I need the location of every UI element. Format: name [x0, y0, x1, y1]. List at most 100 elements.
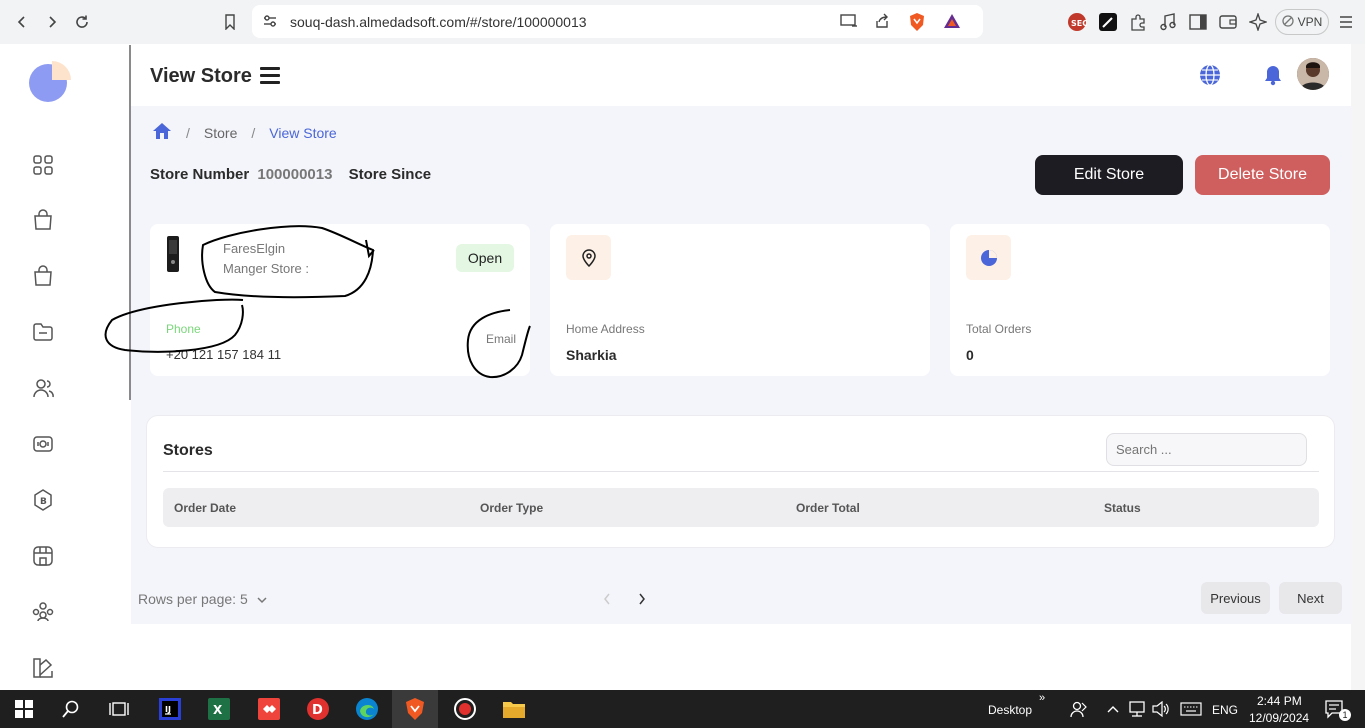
notification-bell-icon[interactable]: [1263, 64, 1283, 91]
dashboard-icon[interactable]: [30, 152, 56, 178]
breadcrumb-separator: /: [251, 124, 256, 141]
clock-date[interactable]: 12/09/2024: [1249, 711, 1309, 725]
leo-ai-icon[interactable]: [1248, 12, 1268, 32]
next-button[interactable]: Next: [1279, 582, 1342, 614]
screen-recorder-icon[interactable]: [452, 696, 478, 722]
language-indicator[interactable]: ENG: [1212, 703, 1238, 717]
breadcrumb-store[interactable]: Store: [204, 125, 237, 141]
file-explorer-icon[interactable]: [501, 696, 527, 722]
back-icon[interactable]: [12, 12, 32, 32]
desktop-toolbar-label[interactable]: Desktop: [988, 703, 1032, 717]
chevron-up-icon[interactable]: [1103, 696, 1123, 722]
rows-per-page-label: Rows per page: 5: [138, 591, 248, 607]
bookmark-icon[interactable]: [220, 12, 240, 32]
music-icon[interactable]: [1158, 12, 1178, 32]
chevron-down-icon: [256, 591, 268, 607]
brave-rewards-icon[interactable]: [943, 13, 961, 34]
sidebar-toggle-icon[interactable]: [1188, 12, 1208, 32]
app-logo[interactable]: [28, 58, 74, 109]
svg-text:D: D: [312, 703, 323, 718]
owner-name: FaresElgin: [223, 241, 286, 256]
store-icon[interactable]: [30, 543, 56, 569]
column-order-total[interactable]: Order Total: [796, 501, 860, 515]
language-globe-icon[interactable]: [1199, 64, 1221, 91]
toolbar-expand-icon[interactable]: »: [1039, 692, 1045, 704]
column-order-type[interactable]: Order Type: [480, 501, 543, 515]
orders-card: Total Orders 0: [950, 224, 1330, 376]
address-bar[interactable]: souq-dash.almedadsoft.com/#/store/100000…: [252, 5, 983, 38]
address-label: Home Address: [566, 322, 645, 336]
payments-icon[interactable]: [30, 431, 56, 457]
address-url[interactable]: souq-dash.almedadsoft.com/#/store/100000…: [290, 14, 587, 30]
email-label: Email: [486, 332, 517, 346]
svg-text:IJ: IJ: [165, 705, 171, 714]
svg-text:SEO: SEO: [1071, 19, 1087, 28]
excel-icon[interactable]: X: [206, 696, 232, 722]
network-icon[interactable]: [1127, 696, 1147, 722]
wallet-icon[interactable]: [1218, 12, 1238, 32]
design-icon[interactable]: [30, 655, 56, 681]
column-order-date[interactable]: Order Date: [174, 501, 236, 515]
menu-icon[interactable]: [1337, 12, 1355, 32]
task-view-icon[interactable]: [106, 696, 132, 722]
delete-store-button[interactable]: Delete Store: [1195, 155, 1330, 195]
svg-text:X: X: [213, 703, 223, 717]
windows-start-icon[interactable]: [11, 696, 37, 722]
users-icon[interactable]: [30, 375, 56, 401]
people-icon[interactable]: [1066, 696, 1092, 722]
shopping-bag-icon[interactable]: [30, 207, 56, 233]
pie-chart-icon: [966, 235, 1011, 280]
dbeaver-icon[interactable]: D: [305, 696, 331, 722]
anydesk-icon[interactable]: [256, 696, 282, 722]
edit-store-button[interactable]: Edit Store: [1035, 155, 1183, 195]
site-settings-icon[interactable]: [262, 14, 278, 33]
orders-bag-icon[interactable]: [30, 263, 56, 289]
cast-icon[interactable]: [840, 14, 858, 33]
sidebar: B: [0, 44, 130, 690]
extension-pen-icon[interactable]: [1098, 12, 1118, 32]
brave-taskbar-icon[interactable]: [402, 696, 428, 722]
home-icon[interactable]: [152, 122, 172, 143]
os-taskbar: IJ X D Desktop » ENG 2:44 PM 12/09/2024 …: [0, 690, 1365, 728]
intellij-icon[interactable]: IJ: [157, 696, 183, 722]
hamburger-menu-icon[interactable]: [259, 64, 281, 86]
store-number-label: Store Number: [150, 166, 250, 183]
search-icon[interactable]: [58, 696, 84, 722]
address-card: Home Address Sharkia: [550, 224, 930, 376]
rows-per-page-select[interactable]: Rows per page: 5: [138, 591, 268, 607]
prev-page-icon[interactable]: [589, 582, 624, 615]
total-orders-value: 0: [966, 347, 974, 363]
next-page-icon[interactable]: [624, 582, 659, 615]
brave-shield-icon[interactable]: [908, 12, 926, 37]
owner-card: FaresElgin Manger Store : Open Phone +20…: [150, 224, 530, 376]
folder-icon[interactable]: [30, 319, 56, 345]
column-status[interactable]: Status: [1104, 501, 1141, 515]
vpn-label: VPN: [1297, 15, 1323, 29]
forward-icon[interactable]: [42, 12, 62, 32]
edge-icon[interactable]: [354, 696, 380, 722]
breadcrumb-view-store: View Store: [269, 124, 337, 141]
vpn-icon: [1282, 14, 1294, 30]
extensions-puzzle-icon[interactable]: [1128, 12, 1148, 32]
owner-role: Manger Store :: [223, 261, 309, 276]
brands-icon[interactable]: B: [30, 487, 56, 513]
reload-icon[interactable]: [72, 12, 92, 32]
stores-panel: Stores Order Date Order Type Order Total…: [146, 415, 1335, 548]
clock-time[interactable]: 2:44 PM: [1257, 694, 1302, 708]
share-icon[interactable]: [874, 13, 890, 34]
page-arrows: [589, 582, 660, 615]
page-scrollbar[interactable]: [1351, 44, 1365, 690]
user-avatar[interactable]: [1297, 58, 1329, 90]
vpn-button[interactable]: VPN: [1275, 9, 1329, 35]
volume-icon[interactable]: [1151, 696, 1171, 722]
previous-button[interactable]: Previous: [1201, 582, 1270, 614]
address-value: Sharkia: [566, 347, 617, 363]
browser-toolbar: souq-dash.almedadsoft.com/#/store/100000…: [0, 0, 1365, 44]
location-pin-icon: [566, 235, 611, 280]
keyboard-icon[interactable]: [1179, 696, 1203, 722]
seo-extension-icon[interactable]: SEO: [1067, 12, 1087, 32]
search-input[interactable]: [1106, 433, 1307, 466]
team-icon[interactable]: [30, 599, 56, 625]
store-info-line: Store Number 100000013 Store Since: [150, 166, 431, 183]
total-orders-label: Total Orders: [966, 322, 1032, 336]
